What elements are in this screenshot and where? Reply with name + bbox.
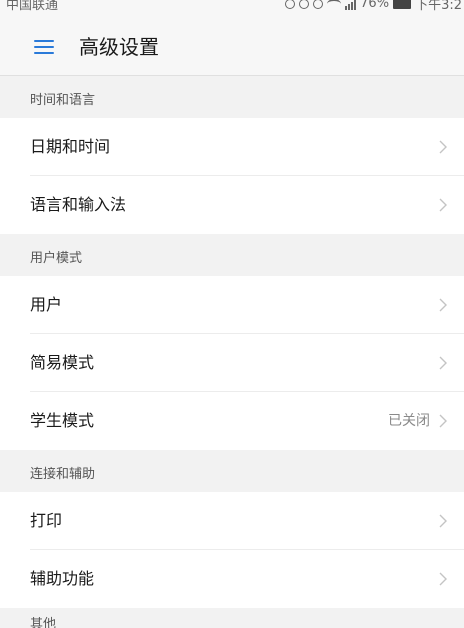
nfc-icon bbox=[285, 0, 296, 9]
settings-item-accessibility[interactable]: 辅助功能 bbox=[0, 550, 464, 608]
chevron-right-icon bbox=[439, 514, 447, 528]
settings-list: 时间和语言 日期和时间 语言和输入法 用户模式 用户 简易模式 学生模式 已关闭… bbox=[0, 76, 464, 628]
settings-item-label: 学生模式 bbox=[30, 411, 95, 430]
alarm-icon bbox=[299, 0, 310, 9]
signal-icon bbox=[345, 0, 357, 10]
wifi-icon bbox=[327, 0, 342, 9]
chevron-right-icon bbox=[439, 140, 447, 154]
settings-item-user[interactable]: 用户 bbox=[0, 276, 464, 334]
chevron-right-icon bbox=[439, 298, 447, 312]
chevron-right-icon bbox=[439, 198, 447, 212]
app-bar: 高级设置 bbox=[0, 14, 464, 76]
settings-item-label: 打印 bbox=[30, 511, 63, 530]
section-header-other-partial: 其他 bbox=[0, 608, 464, 628]
student-mode-status: 已关闭 bbox=[388, 413, 430, 429]
chevron-right-icon bbox=[439, 414, 447, 428]
eye-comfort-icon bbox=[313, 0, 324, 9]
settings-item-print[interactable]: 打印 bbox=[0, 492, 464, 550]
settings-item-student-mode[interactable]: 学生模式 已关闭 bbox=[0, 392, 464, 450]
chevron-right-icon bbox=[439, 356, 447, 370]
menu-icon[interactable] bbox=[34, 40, 54, 54]
settings-item-label: 简易模式 bbox=[30, 353, 95, 372]
settings-item-label: 辅助功能 bbox=[30, 569, 95, 588]
status-time: 下午3:2 bbox=[415, 0, 462, 13]
status-icons: 76% 下午3:2 bbox=[285, 0, 462, 13]
section-header-connection-assist: 连接和辅助 bbox=[0, 450, 464, 492]
battery-icon bbox=[393, 0, 412, 9]
settings-item-label: 日期和时间 bbox=[30, 137, 111, 156]
carrier-name: 中国联通 bbox=[6, 0, 59, 13]
settings-item-language-input[interactable]: 语言和输入法 bbox=[0, 176, 464, 234]
settings-item-label: 用户 bbox=[30, 295, 63, 314]
settings-item-label: 语言和输入法 bbox=[30, 195, 127, 214]
settings-item-simple-mode[interactable]: 简易模式 bbox=[0, 334, 464, 392]
chevron-right-icon bbox=[439, 572, 447, 586]
status-bar: 中国联通 76% 下午3:2 bbox=[0, 0, 464, 14]
battery-percent: 76% bbox=[360, 0, 390, 11]
section-header-time-language: 时间和语言 bbox=[0, 76, 464, 118]
section-header-user-mode: 用户模式 bbox=[0, 234, 464, 276]
page-title: 高级设置 bbox=[79, 35, 159, 59]
settings-item-date-time[interactable]: 日期和时间 bbox=[0, 118, 464, 176]
